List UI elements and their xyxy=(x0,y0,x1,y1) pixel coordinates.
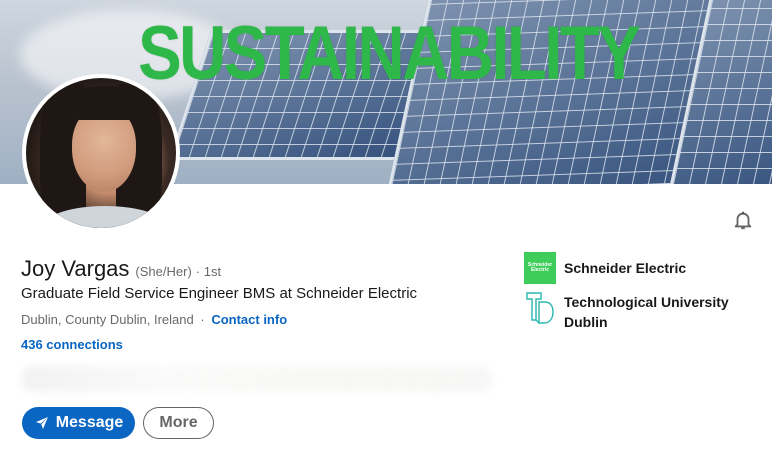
separator-dot: · xyxy=(200,312,205,327)
location-text: Dublin, County Dublin, Ireland xyxy=(21,312,194,327)
org-schneider-electric[interactable]: Schneider Electric Schneider Electric xyxy=(524,252,734,284)
tu-dublin-logo xyxy=(524,290,556,326)
more-button-label: More xyxy=(159,414,198,431)
org-tu-dublin[interactable]: Technological University Dublin xyxy=(524,290,734,332)
message-button[interactable]: Message xyxy=(22,407,135,439)
location-row: Dublin, County Dublin, Ireland · Contact… xyxy=(21,312,287,327)
bell-icon[interactable] xyxy=(732,209,754,231)
schneider-electric-logo: Schneider Electric xyxy=(524,252,556,284)
org-name: Schneider Electric xyxy=(564,260,687,276)
avatar-hair xyxy=(66,86,146,120)
send-icon xyxy=(35,417,48,429)
pronouns: (She/Her) xyxy=(135,264,192,279)
name-row: Joy Vargas (She/Her) · 1st xyxy=(21,256,221,282)
connections-link[interactable]: 436 connections xyxy=(21,337,123,352)
contact-info-link[interactable]: Contact info xyxy=(211,312,287,327)
schneider-logo-text: Schneider Electric xyxy=(527,262,553,273)
avatar[interactable] xyxy=(22,74,180,232)
blurred-content xyxy=(22,366,492,392)
message-button-label: Message xyxy=(55,414,124,431)
org-name: Technological University Dublin xyxy=(564,294,729,330)
profile-name: Joy Vargas xyxy=(21,256,130,281)
profile-headline: Graduate Field Service Engineer BMS at S… xyxy=(21,285,418,302)
more-button[interactable]: More xyxy=(143,407,214,439)
banner-title: SUSTAINABILITY xyxy=(138,11,641,96)
connection-degree: · 1st xyxy=(195,264,222,279)
